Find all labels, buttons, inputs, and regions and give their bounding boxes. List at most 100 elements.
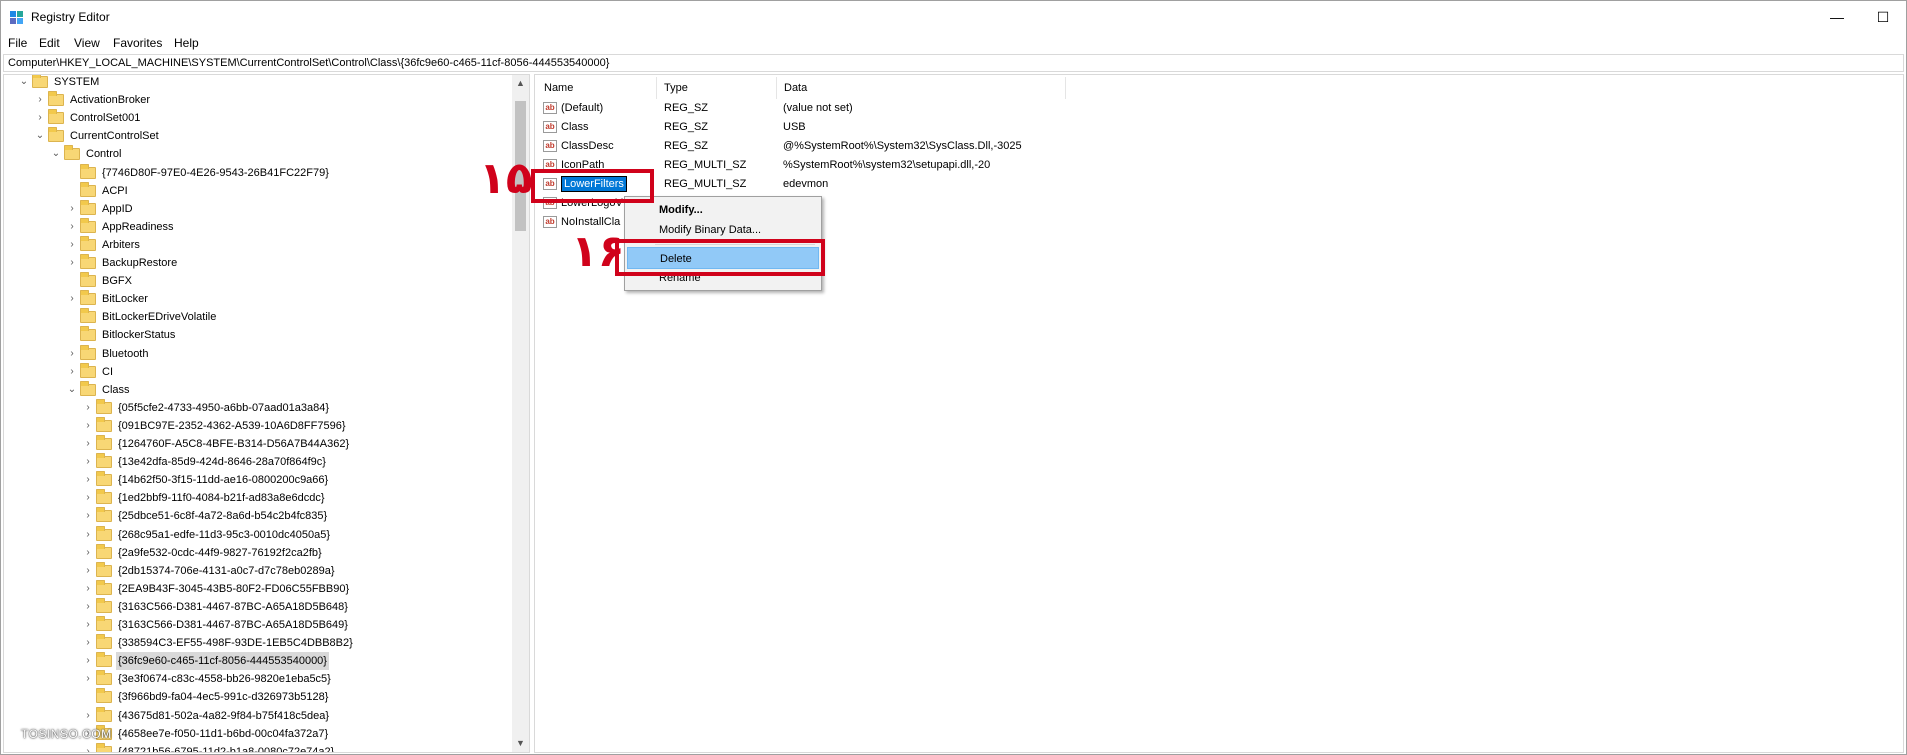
column-data-header[interactable]: Data [784,79,807,97]
folder-icon [96,616,112,631]
expand-chevron-icon[interactable]: › [66,236,78,254]
tree-item-label: {3e3f0674-c83c-4558-bb26-9820e1eba5c5} [118,673,331,686]
tree-item-label: {25dbce51-6c8f-4a72-8a6d-b54c2b4fc835} [118,510,328,523]
tree-item-label: BackupRestore [102,257,178,269]
expand-chevron-icon[interactable]: › [82,616,94,634]
tree-item-label: ActivationBroker [70,94,151,107]
collapse-chevron-icon[interactable]: ⌄ [66,381,78,399]
folder-icon [48,127,64,143]
context-modify-binary[interactable]: Modify Binary Data... [627,219,819,241]
expand-chevron-icon[interactable]: › [82,526,94,544]
expand-chevron-icon[interactable]: › [82,435,94,453]
value-data: USB [783,121,806,133]
expand-chevron-icon[interactable]: › [82,707,94,725]
string-value-icon: ab [543,121,557,133]
expand-chevron-icon[interactable]: › [82,489,94,507]
watermark: TOSINSO.COM [21,727,112,741]
expand-chevron-icon[interactable]: › [66,345,78,363]
expand-chevron-icon [66,272,78,290]
value-row[interactable]: ab ClassDesc REG_SZ @%SystemRoot%\System32\… [543,137,1143,155]
value-row[interactable]: ab (Default) REG_SZ (value not set) [543,99,1143,117]
folder-icon [96,634,112,650]
folder-icon [80,199,96,215]
folder-icon [64,145,80,161]
folder-icon [48,91,64,107]
value-data: %SystemRoot%\system32\setupapi.dll,-20 [783,159,991,171]
value-name: (Default) [561,102,604,114]
folder-icon [48,109,64,125]
folder-icon [96,489,112,505]
expand-chevron-icon[interactable]: › [82,580,94,598]
menu-help[interactable]: Help [174,36,199,50]
scroll-down-icon[interactable]: ▼ [512,735,529,752]
expand-chevron-icon [66,164,78,182]
menu-file[interactable]: File [8,36,27,50]
collapse-chevron-icon[interactable]: ⌄ [50,145,62,163]
address-bar[interactable]: Computer\HKEY_LOCAL_MACHINE\SYSTEM\Curre… [3,54,1904,72]
registry-editor-window: Registry Editor — ☐ ✕ File Edit View Fav… [0,0,1907,755]
menu-view[interactable]: View [74,36,100,50]
value-row[interactable]: ab Class REG_SZ USB [543,118,1143,136]
expand-chevron-icon[interactable]: › [82,652,94,670]
expand-chevron-icon[interactable]: › [82,471,94,489]
expand-chevron-icon[interactable]: › [82,399,94,417]
expand-chevron-icon[interactable]: › [82,562,94,580]
expand-chevron-icon[interactable]: › [66,200,78,218]
tree-item-label: ACPI [102,184,128,197]
maximize-button[interactable]: ☐ [1860,1,1906,33]
expand-chevron-icon[interactable]: › [66,218,78,236]
expand-chevron-icon[interactable]: › [82,670,94,688]
expand-chevron-icon[interactable]: › [66,290,78,308]
menu-edit[interactable]: Edit [39,36,60,50]
folder-icon [80,344,96,360]
folder-icon [80,181,96,197]
folder-icon [80,308,96,324]
tree-item-label: {1ed2bbf9-11f0-4084-b21f-ad83a8e6dcdc} [118,492,325,505]
tree-item-label: Control [86,148,122,161]
folder-icon [96,543,112,559]
expand-chevron-icon[interactable]: › [82,507,94,525]
minimize-button[interactable]: — [1814,1,1860,33]
expand-chevron-icon[interactable]: › [82,743,94,752]
values-pane[interactable]: Name Type Data ab (Default) REG_SZ (value n… [534,74,1904,753]
tree-item-label: CurrentControlSet [70,130,159,143]
expand-chevron-icon[interactable]: › [82,598,94,616]
folder-icon [96,435,112,450]
tree-item-label: BitLocker [102,293,148,306]
value-name: ClassDesc [561,140,614,152]
tree-item-label: {3163C566-D381-4467-87BC-A65A18D5B648} [118,600,348,613]
tree-item-label: {2db15374-706e-4131-a0c7-d7c78eb0289a} [118,564,335,577]
menu-favorites[interactable]: Favorites [113,36,162,50]
tree-item-label: {43675d81-502a-4a82-9f84-b75f418c5dea} [118,709,330,722]
expand-chevron-icon[interactable]: › [66,363,78,381]
expand-chevron-icon [66,308,78,326]
expand-chevron-icon[interactable]: › [34,91,46,109]
expand-chevron-icon[interactable]: › [82,634,94,652]
key-tree-pane[interactable]: ⌄ SYSTEM › ActivationBroker › ControlSet001 ⌄ C… [3,74,530,753]
column-type-header[interactable]: Type [664,79,688,97]
annotation-box-lowerfilters [531,169,654,203]
folder-icon [80,362,96,378]
value-data: (value not set) [783,102,853,114]
collapse-chevron-icon[interactable]: ⌄ [18,75,30,91]
tree-item-label: {4658ee7e-f050-11d1-b6bd-00c04fa372a7} [118,727,329,740]
folder-icon [96,416,112,432]
scroll-up-icon[interactable]: ▲ [512,75,529,92]
column-name-header[interactable]: Name [544,79,573,97]
folder-icon [96,688,112,704]
tree-item-label: AppID [102,202,133,215]
folder-icon [80,380,96,396]
expand-chevron-icon[interactable]: › [66,254,78,272]
folder-icon [96,507,112,523]
annotation-number-15: ۱۵ [479,153,533,204]
folder-icon [80,217,96,233]
expand-chevron-icon[interactable]: › [82,453,94,471]
folder-icon [96,742,112,752]
folder-icon [96,453,112,469]
expand-chevron-icon[interactable]: › [34,109,46,127]
tree-item-label: {14b62f50-3f15-11dd-ae16-0800200c9a66} [118,474,329,487]
expand-chevron-icon[interactable]: › [82,544,94,562]
context-modify[interactable]: Modify... [627,199,819,221]
expand-chevron-icon[interactable]: › [82,417,94,435]
collapse-chevron-icon[interactable]: ⌄ [34,127,46,145]
